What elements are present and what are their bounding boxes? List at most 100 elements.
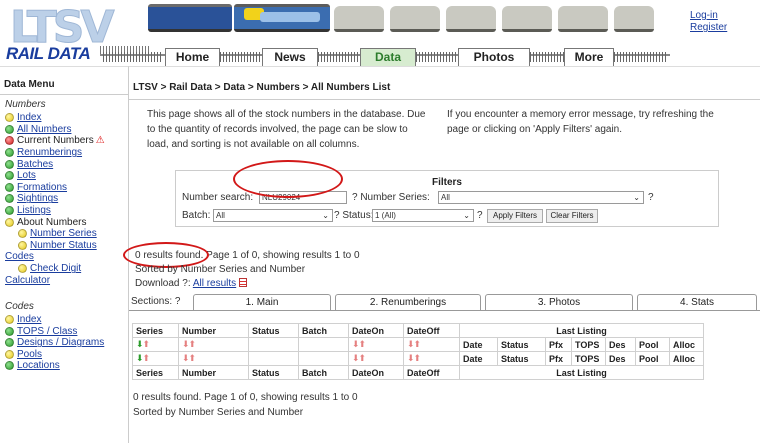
sidebar-calculator-link[interactable]: Calculator — [0, 275, 128, 287]
sidebar-item-label[interactable]: Sightings — [17, 193, 58, 204]
status-dot-icon — [5, 194, 14, 204]
register-link[interactable]: Register — [690, 22, 750, 34]
sidebar-item-label[interactable]: Index — [17, 314, 41, 325]
col-number[interactable]: Number — [178, 365, 249, 380]
nav-more[interactable]: More — [564, 48, 614, 66]
col-series[interactable]: Series — [132, 365, 179, 380]
sidebar-item-label[interactable]: Locations — [17, 360, 60, 371]
col-number[interactable]: Number — [178, 323, 249, 338]
download-all-link[interactable]: All results — [193, 278, 236, 289]
sidebar-item-locations[interactable]: Locations — [0, 360, 128, 372]
spreadsheet-icon[interactable] — [238, 278, 247, 287]
sidebar-item-number-series[interactable]: Number Series — [0, 228, 128, 240]
download-row: Download ?: All results — [135, 278, 247, 289]
status-dot-icon — [5, 206, 14, 216]
col-dateoff[interactable]: DateOff — [403, 323, 460, 338]
sidebar-item-label[interactable]: Check Digit — [30, 263, 81, 274]
batch-select[interactable]: All ⌄ — [213, 209, 333, 222]
sidebar-item-formations[interactable]: Formations — [0, 182, 128, 194]
sort-arrows-icon[interactable]: ⬇⬆ — [178, 337, 249, 352]
chevron-down-icon: ⌄ — [322, 211, 329, 220]
sidebar-item-all-numbers[interactable]: All Numbers — [0, 124, 128, 136]
col-batch[interactable]: Batch — [298, 365, 349, 380]
col-pfx: Pfx — [545, 351, 572, 366]
sidebar-item-listings[interactable]: Listings — [0, 205, 128, 217]
tab-photos[interactable]: 3. Photos — [485, 294, 633, 310]
col-status[interactable]: Status — [248, 365, 299, 380]
status-dot-icon — [5, 315, 14, 325]
col-dateon[interactable]: DateOn — [348, 365, 404, 380]
breadcrumb: LTSV > Rail Data > Data > Numbers > All … — [133, 82, 391, 93]
sidebar-item-label[interactable]: Number Series — [30, 228, 97, 239]
login-link[interactable]: Log-in — [690, 10, 750, 22]
nav-data[interactable]: Data — [360, 48, 416, 66]
sidebar-item-current-numbers: Current Numbers ⚠ — [0, 135, 128, 147]
nav-home[interactable]: Home — [165, 48, 220, 66]
sidebar-item-label[interactable]: TOPS / Class — [17, 326, 77, 337]
sidebar-item-index[interactable]: Index — [0, 112, 128, 124]
intro-right-text: If you encounter a memory error message,… — [447, 109, 714, 135]
sort-arrows-icon[interactable]: ⬇⬆ — [348, 351, 404, 366]
sidebar-item-label[interactable]: All Numbers — [17, 124, 71, 135]
col-dateoff[interactable]: DateOff — [403, 365, 460, 380]
status-help[interactable]: ? — [477, 210, 483, 221]
sidebar-numbers-heading: Numbers — [5, 99, 46, 110]
col-alloc: Alloc — [669, 337, 704, 352]
status-dot-icon — [5, 136, 14, 146]
sidebar-codes-link[interactable]: Codes — [0, 251, 128, 263]
sidebar-item-label[interactable]: Index — [17, 112, 41, 123]
sidebar-numbers-list: Index All Numbers Current Numbers ⚠ Renumber… — [0, 112, 128, 251]
col-listing-status: Status — [497, 337, 546, 352]
sidebar-item-label[interactable]: Formations — [17, 182, 67, 193]
sidebar-item-lots[interactable]: Lots — [0, 170, 128, 182]
tab-renumberings[interactable]: 2. Renumberings — [335, 294, 481, 310]
col-des: Des — [605, 337, 636, 352]
sort-arrows-icon[interactable]: ⬇⬆ — [403, 351, 460, 366]
apply-filters-button[interactable]: Apply Filters — [487, 209, 543, 223]
sort-arrows-icon[interactable]: ⬇⬆ — [132, 337, 179, 352]
col-batch[interactable]: Batch — [298, 323, 349, 338]
col-pool: Pool — [635, 351, 670, 366]
sidebar-item-sightings[interactable]: Sightings — [0, 193, 128, 205]
sidebar-item-batches[interactable]: Batches — [0, 158, 128, 170]
number-series-select[interactable]: All ⌄ — [438, 191, 644, 204]
sidebar-item-label[interactable]: Renumberings — [17, 147, 82, 158]
nav-photos[interactable]: Photos — [458, 48, 530, 66]
col-last-listing: Last Listing — [459, 365, 704, 380]
status-dot-icon — [5, 326, 14, 336]
sidebar-item-label[interactable]: Number Status — [30, 240, 97, 251]
tab-stats[interactable]: 4. Stats — [637, 294, 757, 310]
site-header: LTSV RAIL DATA Home News Data Photos Mor… — [0, 0, 760, 66]
sidebar-item-tops-class[interactable]: TOPS / Class — [0, 325, 128, 337]
sort-arrows-icon[interactable]: ⬇⬆ — [178, 351, 249, 366]
sort-arrows-icon[interactable]: ⬇⬆ — [132, 351, 179, 366]
nav-news[interactable]: News — [262, 48, 318, 66]
divider — [129, 310, 760, 311]
sidebar-item-renumberings[interactable]: Renumberings — [0, 147, 128, 159]
sidebar-item-index[interactable]: Index — [0, 314, 128, 326]
main-content: LTSV > Rail Data > Data > Numbers > All … — [123, 66, 760, 443]
sidebar-item-label[interactable]: Pools — [17, 349, 42, 360]
sort-arrows-icon[interactable]: ⬇⬆ — [348, 337, 404, 352]
col-series[interactable]: Series — [132, 323, 179, 338]
clear-filters-button[interactable]: Clear Filters — [546, 209, 598, 223]
sidebar-item-check-digit[interactable]: Check Digit — [0, 263, 128, 275]
col-status[interactable]: Status — [248, 323, 299, 338]
sidebar-item-label[interactable]: Listings — [17, 205, 51, 216]
number-series-help[interactable]: ? — [648, 192, 654, 203]
status-select[interactable]: 1 (All) ⌄ — [372, 209, 474, 222]
status-dot-icon — [5, 217, 14, 227]
tab-main[interactable]: 1. Main — [193, 294, 331, 310]
sidebar-item-designs-diagrams[interactable]: Designs / Diagrams — [0, 337, 128, 349]
sidebar-item-label[interactable]: Designs / Diagrams — [17, 337, 104, 348]
sidebar-item-pools[interactable]: Pools — [0, 349, 128, 361]
sidebar-item-label[interactable]: Lots — [17, 170, 36, 181]
status-dot-icon — [18, 229, 27, 239]
table-sort-row: ⬇⬆ ⬇⬆ ⬇⬆ ⬇⬆ Date Status Pfx TOPS Des Poo… — [132, 337, 704, 352]
data-menu-sidebar: Data Menu Numbers Index All Numbers Curren… — [0, 66, 128, 443]
col-dateon[interactable]: DateOn — [348, 323, 404, 338]
sidebar-item-number-status[interactable]: Number Status — [0, 240, 128, 252]
number-search-label: Number search: — [182, 192, 254, 203]
sort-arrows-icon[interactable]: ⬇⬆ — [403, 337, 460, 352]
sidebar-item-label[interactable]: Batches — [17, 159, 53, 170]
